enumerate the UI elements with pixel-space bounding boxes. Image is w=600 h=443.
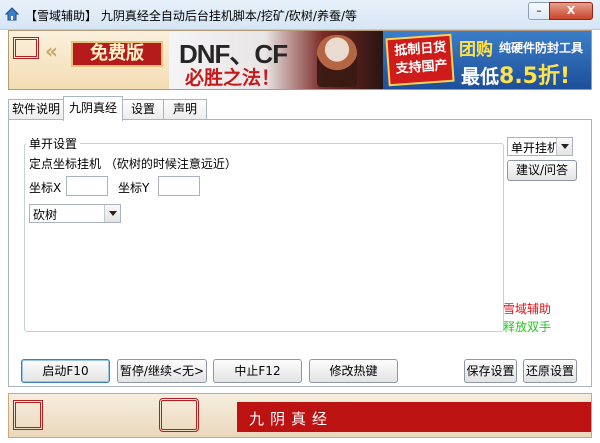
home-icon xyxy=(5,7,19,21)
coord-x-input[interactable] xyxy=(66,176,108,196)
action-select-value: 砍树 xyxy=(33,208,58,222)
ad-banner[interactable]: « 免费版 DNF、CF 必胜之法！ 抵制日货 支持国产 团购 纯硬件防封工具 … xyxy=(8,30,592,90)
banner-left: « 免费版 xyxy=(9,31,169,89)
footer-banner: 九阴真经 xyxy=(8,393,592,438)
minimize-button[interactable]: – xyxy=(528,2,550,20)
brand-green-text: 释放双手 xyxy=(503,320,552,334)
chevron-down-icon[interactable] xyxy=(556,138,572,155)
tab-software-info[interactable]: 软件说明 xyxy=(8,99,64,120)
mode-select[interactable]: 单开挂机 xyxy=(507,137,573,156)
resist-label: 抵制日货 支持国产 xyxy=(393,40,449,77)
chevron-left-icon: « xyxy=(45,39,58,63)
change-hotkey-button[interactable]: 修改热键 xyxy=(309,359,398,383)
banner-group-buy: 抵制日货 支持国产 团购 纯硬件防封工具 最低8.5折! xyxy=(383,31,591,89)
footer-title: 九阴真经 xyxy=(249,410,334,428)
group-title: 单开设置 xyxy=(26,135,81,152)
save-settings-button[interactable]: 保存设置 xyxy=(464,359,517,383)
fixed-point-description: 定点坐标挂机 （砍树的时候注意远近） xyxy=(29,157,237,171)
pause-resume-button[interactable]: 暂停/继续<无> xyxy=(117,359,207,383)
group-buy-label: 团购 xyxy=(459,40,493,60)
price-label: 最低8.5折! xyxy=(461,58,570,89)
action-select[interactable]: 砍树 xyxy=(29,204,121,223)
ornament-icon xyxy=(13,400,43,430)
brand-red-text: 雪域辅助 xyxy=(503,302,552,316)
start-button[interactable]: 启动F10 xyxy=(21,359,110,383)
stop-button[interactable]: 中止F12 xyxy=(213,359,302,383)
tool-label: 纯硬件防封工具 xyxy=(499,41,584,55)
coord-y-label: 坐标Y xyxy=(118,181,150,195)
tab-jiuyin[interactable]: 九阴真经 xyxy=(63,96,123,121)
tab-panel: 单开设置 定点坐标挂机 （砍树的时候注意远近） 坐标X 坐标Y 砍树 单开挂机 … xyxy=(8,119,592,387)
chevron-down-icon[interactable] xyxy=(104,205,120,222)
banner-game-ad: DNF、CF 必胜之法！ xyxy=(169,31,383,89)
game-slogan: 必胜之法！ xyxy=(185,67,281,89)
tab-statement[interactable]: 声明 xyxy=(163,99,207,120)
title-bar: 【雪域辅助】 九阴真经全自动后台挂机脚本/挖矿/砍树/养蚕/等 – X xyxy=(0,0,600,30)
price-value: 8.5折! xyxy=(499,64,571,89)
coord-y-input[interactable] xyxy=(158,176,200,196)
character-portrait xyxy=(317,35,357,87)
free-edition-badge: 免费版 xyxy=(71,41,163,67)
restore-settings-button[interactable]: 还原设置 xyxy=(523,359,577,383)
mode-select-value: 单开挂机 xyxy=(511,141,560,155)
close-button[interactable]: X xyxy=(549,2,593,20)
coord-x-label: 坐标X xyxy=(29,181,62,195)
cloud-ornament-icon xyxy=(159,398,199,432)
price-prefix: 最低 xyxy=(461,66,500,88)
window-title: 【雪域辅助】 九阴真经全自动后台挂机脚本/挖矿/砍树/养蚕/等 xyxy=(25,9,357,23)
tab-settings[interactable]: 设置 xyxy=(122,99,164,120)
ornament-icon xyxy=(13,37,39,59)
suggest-button[interactable]: 建议/问答 xyxy=(507,160,577,181)
